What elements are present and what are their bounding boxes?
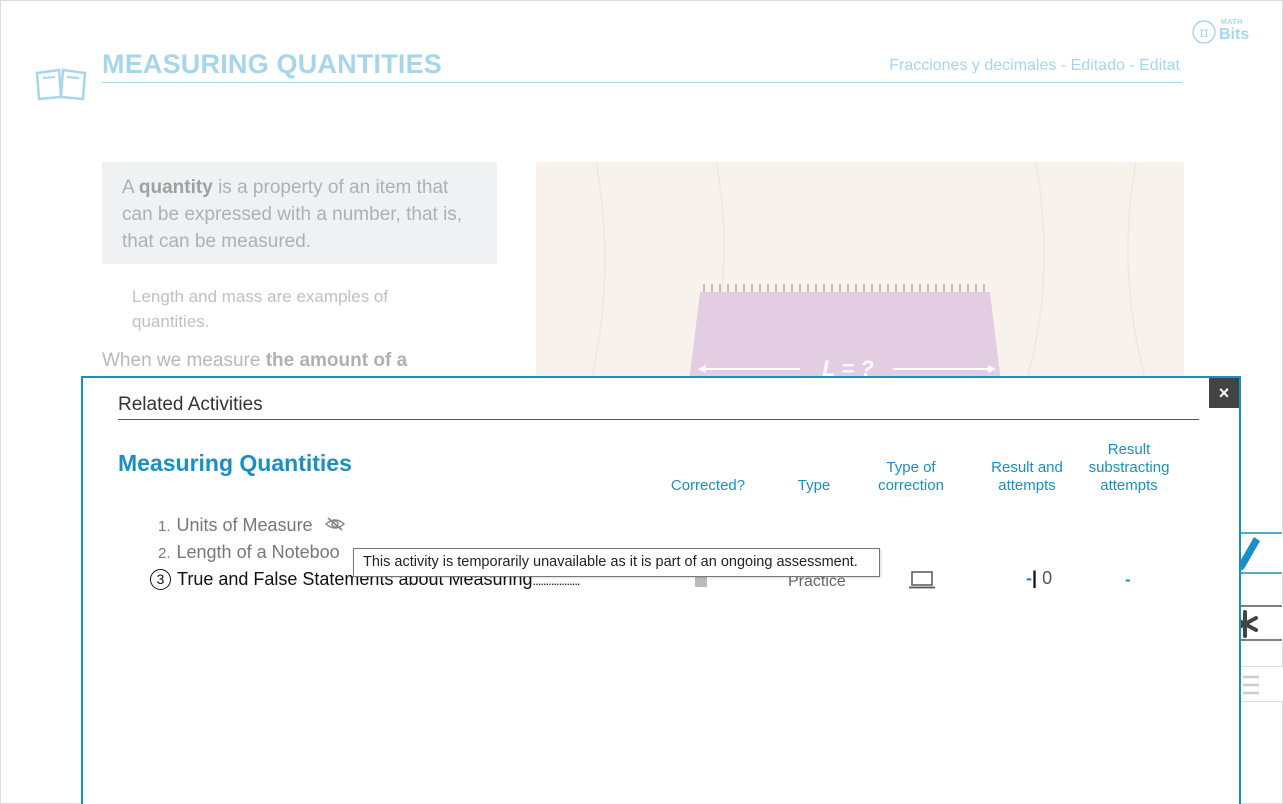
logo-math-text: MATH [1221,19,1243,26]
pi-icon: π [1192,20,1216,44]
logo-bits-text: Bits [1219,26,1250,43]
activity-number: 3 [150,569,171,590]
svg-text:π: π [1199,25,1208,41]
modal-heading: Related Activities [118,394,263,415]
column-corrected: Corrected? [670,477,746,494]
related-activities-modal [81,376,1241,804]
book-breadcrumb[interactable]: Fracciones y decimales - Editado - Edita… [889,57,1180,75]
result-substracting-value: - [1125,570,1131,589]
column-result-substracting: Result substracting attempts [1088,441,1170,494]
menu-side-tab[interactable] [1239,666,1283,702]
activity-number: 1. [158,518,171,535]
column-type: Type [797,477,831,494]
paragraph-text: When we measure the amount of a [102,350,407,372]
paragraph-bold: the amount of a [265,350,408,371]
paragraph-prefix: When we measure [102,350,266,371]
book-icon [35,68,87,101]
activity-item[interactable]: 2. Length of a Noteboo [158,542,340,563]
title-divider [102,82,1182,83]
activity-number: 2. [158,545,171,562]
notebook-shape: L = ? [688,284,1002,382]
activity-title: Length of a Noteboo [176,542,340,562]
page-title: MEASURING QUANTITIES [102,49,443,79]
column-type-of-correction: Type of correction [878,459,944,494]
column-result-attempts: Result and attempts [991,459,1063,494]
unit-title: Measuring Quantities [118,450,352,476]
activity-title: Units of Measure [176,515,313,535]
computer-icon [909,571,935,589]
unavailable-tooltip: This activity is temporarily unavailable… [353,548,880,577]
activity-item[interactable]: 1. Units of Measure [158,515,346,536]
modal-divider [118,419,1199,420]
hidden-eye-icon [324,517,345,531]
result-separator: | [1032,568,1038,588]
close-button[interactable]: × [1209,378,1239,408]
definition-box: A quantity is a property of an item that… [102,162,497,264]
mathbits-logo: π MATH Bits [1191,17,1263,47]
attempts-value: 0 [1042,568,1053,588]
menu-icon [1243,675,1259,695]
example-text: Length and mass are examples of quantiti… [132,287,389,331]
definition-term: quantity [138,177,213,198]
notebook-illustration: L = ? [536,162,1184,382]
definition-prefix: A [122,177,139,198]
result-attempts: -| 0 [1026,568,1052,589]
